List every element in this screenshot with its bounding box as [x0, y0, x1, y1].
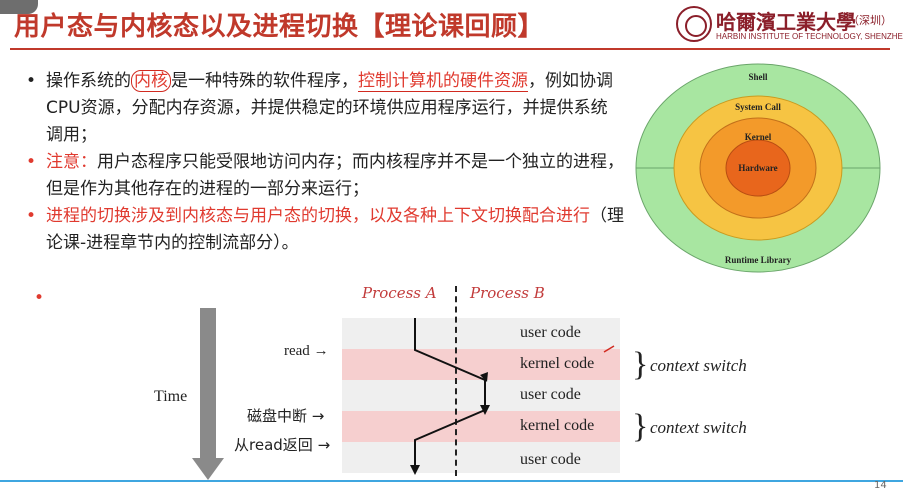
os-rings-diagram: Shell System Call Kernel Hardware Runtim…	[635, 63, 881, 273]
ring-label-runtime: Runtime Library	[725, 255, 792, 265]
ring-label-shell: Shell	[748, 72, 768, 82]
time-arrow-shaft	[200, 308, 216, 458]
event-return-from-read: 从read返回 →	[234, 434, 330, 455]
event-disk-interrupt: 磁盘中断 →	[247, 405, 324, 426]
event-return-label: 从read返回	[234, 436, 313, 454]
event-read-label: read	[284, 343, 310, 359]
brace-icon: }	[632, 408, 649, 445]
time-arrow-head	[192, 458, 224, 480]
brace-icon: }	[632, 346, 649, 383]
highlight-kernel: 内核	[131, 70, 171, 92]
page-number: 14	[874, 480, 887, 491]
bottom-divider	[0, 480, 903, 482]
university-name-cn: 哈爾濱工業大學	[716, 10, 856, 34]
university-seal-icon	[676, 6, 712, 42]
bullet-list: • 操作系统的 内核 是一种特殊的软件程序，控制计算机的硬件资源，例如协调CPU资源…	[24, 68, 624, 257]
bullet-note: • 注意：用户态程序只能受限地访问内存；而内核程序并不是一个独立的进程，但是作为…	[24, 149, 624, 203]
context-switch-label: context switch	[650, 418, 747, 437]
highlight-control-hardware: 控制计算机的硬件资源	[358, 71, 528, 92]
control-flow-path	[414, 318, 486, 470]
right-arrow-icon: →	[313, 343, 329, 359]
text: 进程的切换涉及到内核态与用户态的切换，以及各种上下文切换配合进行	[46, 206, 590, 226]
note-label: 注意：	[46, 152, 97, 172]
ring-label-hardware: Hardware	[738, 163, 777, 173]
annotation-mark	[603, 345, 615, 353]
ring-label-syscall: System Call	[735, 102, 781, 112]
title-divider	[10, 48, 890, 50]
university-campus: （深圳）	[848, 14, 892, 27]
text: 操作系统的	[46, 71, 131, 91]
text: 是一种特殊的软件程序，	[171, 71, 358, 91]
empty-bullet-dot: •	[34, 288, 45, 308]
slide-title: 用户态与内核态以及进程切换【理论课回顾】	[14, 12, 545, 42]
bullet-dot: •	[26, 71, 37, 91]
university-logo: 哈爾濱工業大學 （深圳） HARBIN INSTITUTE OF TECHNOL…	[676, 6, 903, 46]
text: 用户态程序只能受限地访问内存；而内核程序并不是一个独立的进程，但是作为其他存在的…	[46, 152, 624, 199]
flow-arrows	[192, 308, 615, 480]
bullet-kernel-definition: • 操作系统的 内核 是一种特殊的软件程序，控制计算机的硬件资源，例如协调CPU资源…	[24, 68, 624, 149]
time-label: Time	[154, 388, 188, 405]
arrowhead	[410, 465, 420, 475]
bullet-dot: •	[26, 206, 37, 226]
context-switch-label: context switch	[650, 356, 747, 375]
bullet-dot: •	[26, 152, 37, 172]
event-disk-interrupt-label: 磁盘中断	[247, 407, 308, 425]
event-read: read →	[284, 343, 329, 360]
slide-header: 用户态与内核态以及进程切换【理论课回顾】 哈爾濱工業大學 （深圳） HARBIN…	[0, 0, 903, 48]
right-arrow-icon: →	[317, 436, 331, 454]
ring-label-kernel: Kernel	[745, 132, 772, 142]
right-arrow-icon: →	[311, 407, 325, 425]
bullet-process-switch: • 进程的切换涉及到内核态与用户态的切换，以及各种上下文切换配合进行（理论课-进…	[24, 203, 624, 257]
university-name-en: HARBIN INSTITUTE OF TECHNOLOGY, SHENZHEN	[716, 32, 903, 41]
arrowhead	[480, 405, 490, 415]
